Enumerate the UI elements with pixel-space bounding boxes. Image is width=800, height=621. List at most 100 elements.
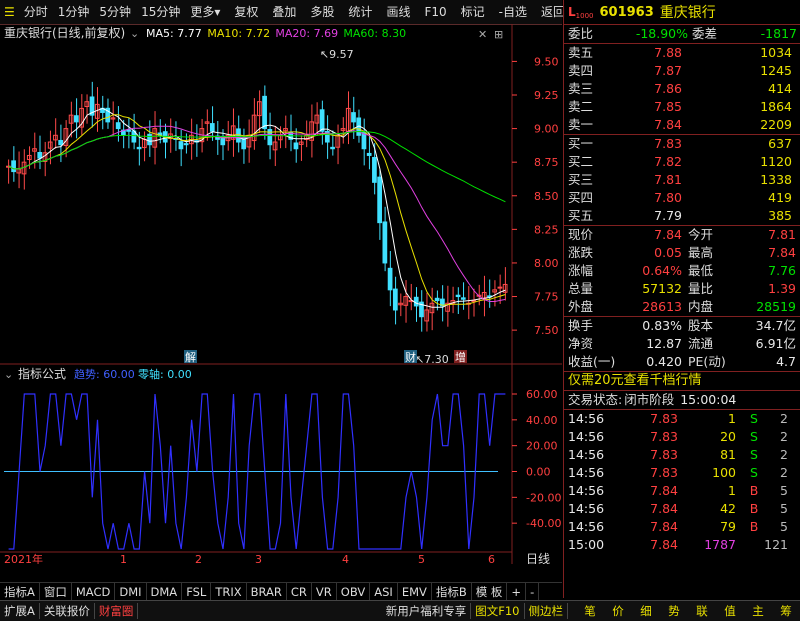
toolbar-btn-5[interactable]: F10: [419, 0, 451, 24]
status-tab-5[interactable]: 值: [716, 603, 744, 619]
event-mark-2[interactable]: 增: [455, 350, 466, 364]
indicator-tab-15[interactable]: +: [507, 583, 527, 601]
stat2-value: 12.87: [646, 336, 682, 351]
status-left-0[interactable]: 扩展A: [0, 603, 40, 619]
toolbar-btn-0[interactable]: 复权: [229, 0, 263, 24]
time-label-3: 3: [255, 553, 262, 564]
period-tab-0[interactable]: 分时: [19, 0, 53, 24]
indicator-trend-label: 趋势: 60.00: [74, 368, 135, 381]
indicator-tab-14[interactable]: 模 板: [472, 583, 508, 601]
candle-body: [236, 128, 241, 143]
tick-side: S: [750, 411, 758, 426]
status-tab-7[interactable]: 筹: [772, 603, 800, 619]
status-tab-0[interactable]: 笔: [576, 603, 604, 619]
indicator-tab-11[interactable]: ASI: [370, 583, 398, 601]
tick-list[interactable]: 14:56 7.83 1 S 2 14:56 7.83 20 S 2 14:56 7.83 81 S 2 14…: [564, 410, 800, 554]
time-label-1: 1: [120, 553, 127, 564]
indicator-tab-10[interactable]: OBV: [337, 583, 371, 601]
status-tab-3[interactable]: 势: [660, 603, 688, 619]
trade-state-time: 15:00:04: [680, 392, 737, 407]
candle-body: [330, 146, 335, 150]
bid-volume: 419: [768, 190, 792, 205]
toolbar-btn-1[interactable]: 叠加: [267, 0, 301, 24]
ask-row-0: 卖五 7.88 1034: [564, 44, 800, 62]
chart-area[interactable]: 9.50 9.25 9.00 8.75 8.50 8.25 8.00 7.75 7.50 重庆银行…: [0, 23, 562, 566]
ask-row-2: 卖三 7.86 414: [564, 80, 800, 98]
status-tab-2[interactable]: 细: [632, 603, 660, 619]
ma-label-0: MA5: 7.77: [146, 27, 202, 40]
indicator-tab-4[interactable]: DMA: [147, 583, 183, 601]
indicator-tab-0[interactable]: 指标A: [0, 583, 40, 601]
stat-label-2: 最高: [688, 245, 714, 260]
chevron-down-icon[interactable]: ⌄: [130, 27, 139, 40]
indicator-tab-bar: 指标A 窗口 MACD DMI DMA FSL TRIX BRAR CR VR OBV ASI EMV 指…: [0, 582, 562, 601]
indicator-tab-12[interactable]: EMV: [398, 583, 432, 601]
stat2-label: 收益(一): [568, 354, 616, 369]
bid-label: 买三: [568, 172, 594, 187]
status-left-1[interactable]: 关联报价: [40, 603, 95, 619]
candle-body: [392, 288, 398, 311]
indicator-tab-1[interactable]: 窗口: [40, 583, 72, 601]
menu-icon[interactable]: ☰: [0, 0, 19, 24]
period-tab-2[interactable]: 5分钟: [94, 0, 136, 24]
period-tab-1[interactable]: 1分钟: [53, 0, 95, 24]
tick-count: 5: [780, 483, 788, 498]
indicator-tab-2[interactable]: MACD: [72, 583, 116, 601]
price-tick-label: 9.25: [534, 89, 559, 102]
event-mark-1[interactable]: 财: [405, 350, 416, 364]
tick-price: 7.83: [650, 465, 678, 480]
tick-count: 2: [780, 465, 788, 480]
tick-count: 5: [780, 519, 788, 534]
indicator-tab-5[interactable]: FSL: [182, 583, 212, 601]
tick-side: S: [750, 429, 758, 444]
kline-chart-svg[interactable]: 9.50 9.25 9.00 8.75 8.50 8.25 8.00 7.75 7.50 重庆银行…: [0, 23, 562, 566]
status-mid-1[interactable]: 图文F10: [471, 603, 525, 619]
bid-row-4: 买五 7.79 385: [564, 207, 800, 225]
indicator-tab-9[interactable]: VR: [312, 583, 337, 601]
candle-body: [58, 139, 64, 146]
event-mark-0[interactable]: 解: [185, 350, 196, 364]
toolbar-btn-3[interactable]: 统计: [343, 0, 377, 24]
status-tab-1[interactable]: 价: [604, 603, 632, 619]
l2-badge-sub: 1000: [575, 12, 594, 20]
price-tick-label: 8.25: [534, 223, 559, 236]
stat2-value-2: 6.91亿: [755, 336, 796, 351]
indicator-menu-icon[interactable]: ⌄: [4, 368, 13, 381]
toolbar-btn-7[interactable]: -自选: [494, 0, 532, 24]
status-tab-6[interactable]: 主: [744, 603, 772, 619]
stat-label: 外盘: [568, 299, 594, 314]
indicator-tab-8[interactable]: CR: [287, 583, 312, 601]
toolbar-btn-4[interactable]: 画线: [381, 0, 415, 24]
candle-body: [434, 297, 440, 302]
expand-icon[interactable]: ⊞: [494, 28, 503, 41]
tick-volume: 1: [728, 483, 736, 498]
stat2-row-1: 净资 12.87 流通 6.91亿: [564, 335, 800, 353]
tick-time: 14:56: [568, 501, 605, 516]
indicator-tab-6[interactable]: TRIX: [211, 583, 247, 601]
indicator-tab-16[interactable]: -: [526, 583, 540, 601]
status-tab-4[interactable]: 联: [688, 603, 716, 619]
promo-text[interactable]: 仅需20元查看千档行情: [568, 372, 702, 390]
close-icon[interactable]: ✕: [478, 28, 487, 41]
indicator-tab-13[interactable]: 指标B: [432, 583, 472, 601]
indicator-tab-3[interactable]: DMI: [115, 583, 147, 601]
status-left-2[interactable]: 财富圈: [95, 603, 139, 619]
bid-row-1: 买二 7.82 1120: [564, 153, 800, 171]
toolbar-btn-6[interactable]: 标记: [456, 0, 490, 24]
status-mid-0[interactable]: 新用户福利专享: [382, 603, 472, 619]
tick-row: 14:56 7.83 100 S 2: [564, 464, 800, 482]
promo-link[interactable]: 仅需20元查看千档行情: [564, 372, 800, 390]
stat-label-2: 最低: [688, 263, 714, 278]
stat-row-0: 现价 7.84 今开 7.81: [564, 226, 800, 244]
stat-value: 28613: [642, 299, 682, 314]
candle-body: [471, 300, 477, 303]
ask-row-4: 卖一 7.84 2209: [564, 116, 800, 134]
candle-body: [178, 141, 184, 150]
period-tab-4[interactable]: 更多▾: [185, 0, 225, 24]
period-tab-3[interactable]: 15分钟: [136, 0, 185, 24]
toolbar-btn-2[interactable]: 多股: [305, 0, 339, 24]
candle-body: [262, 95, 267, 130]
indicator-tab-7[interactable]: BRAR: [247, 583, 287, 601]
status-mid-2[interactable]: 侧边栏: [525, 603, 568, 619]
stat-label: 现价: [568, 227, 594, 242]
